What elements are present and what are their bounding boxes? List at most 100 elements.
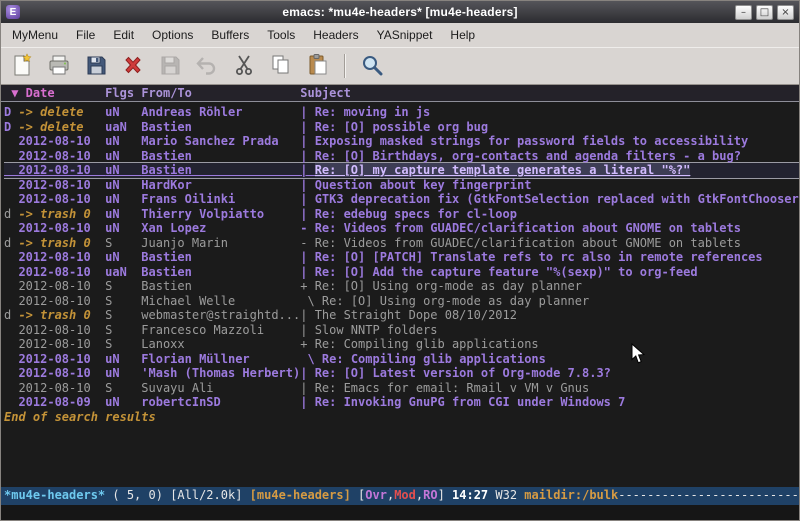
message-row[interactable]: 2012-08-10 uN HardKor | Question about k…	[4, 178, 799, 193]
toolbar-new-file-button[interactable]	[7, 51, 37, 81]
toolbar-close-button[interactable]	[118, 51, 148, 81]
toolbar-paste-button[interactable]	[303, 51, 333, 81]
col-from: Xan Lopez	[141, 221, 300, 235]
col-sep: |	[300, 366, 314, 380]
menu-item-file[interactable]: File	[67, 24, 104, 46]
message-row[interactable]: d -> trash 0 uN Thierry Volpiatto | Re: …	[4, 207, 799, 222]
message-row[interactable]: 2012-08-10 uN Bastien | Re: [O] my captu…	[4, 163, 799, 178]
maximize-button[interactable]: □	[756, 5, 773, 20]
message-row[interactable]: 2012-08-10 S Lanoxx + Re: Compiling glib…	[4, 337, 799, 352]
message-row[interactable]: d -> trash 0 S webmaster@straightd...| T…	[4, 308, 799, 323]
col-sep: |	[300, 192, 314, 206]
message-row[interactable]: 2012-08-10 uN Xan Lopez - Re: Videos fro…	[4, 221, 799, 236]
col-date: -> trash 0	[18, 236, 105, 250]
col-from: Bastien	[141, 120, 300, 134]
menu-item-tools[interactable]: Tools	[258, 24, 304, 46]
end-of-results: End of search results	[4, 410, 799, 425]
col-subject: Question about key fingerprint	[315, 178, 532, 192]
echo-area[interactable]	[1, 505, 799, 520]
menu-item-edit[interactable]: Edit	[104, 24, 143, 46]
column-header-flags[interactable]: Flgs	[105, 86, 134, 100]
col-date: -> trash 0	[18, 207, 105, 221]
modeline-segment: [All/2.0k]	[170, 488, 249, 502]
col-prefix	[4, 294, 18, 308]
minimize-button[interactable]: –	[735, 5, 752, 20]
message-row[interactable]: 2012-08-10 uaN Bastien | Re: [O] Add the…	[4, 265, 799, 280]
toolbar-save-button[interactable]	[81, 51, 111, 81]
col-prefix	[4, 149, 18, 163]
col-from: Juanjo Marin	[141, 236, 300, 250]
message-row[interactable]: 2012-08-10 uN Bastien | Re: [O] [PATCH] …	[4, 250, 799, 265]
message-row[interactable]: D -> delete uaN Bastien | Re: [O] possib…	[4, 120, 799, 135]
message-row[interactable]: 2012-08-10 S Suvayu Ali | Re: Emacs for …	[4, 381, 799, 396]
mode-line[interactable]: *mu4e-headers* ( 5, 0) [All/2.0k] [mu4e-…	[1, 487, 799, 505]
message-row[interactable]: 2012-08-10 uN 'Mash (Thomas Herbert)| Re…	[4, 366, 799, 381]
modeline-segment: --------------------------------------	[618, 488, 799, 502]
col-date: 2012-08-10	[18, 323, 105, 337]
paste-icon	[306, 53, 330, 80]
col-date: 2012-08-10	[18, 178, 105, 192]
col-date: 2012-08-10	[18, 352, 105, 366]
message-row[interactable]: 2012-08-09 uN robertcInSD | Re: Invoking…	[4, 395, 799, 410]
message-row[interactable]: 2012-08-10 uN Frans Oilinki | GTK3 depre…	[4, 192, 799, 207]
menu-item-options[interactable]: Options	[143, 24, 202, 46]
col-flags: S	[105, 294, 141, 308]
modeline-segment: W32	[495, 488, 524, 502]
col-date: 2012-08-10	[18, 337, 105, 351]
col-sep: \	[300, 352, 322, 366]
col-from: webmaster@straightd...	[141, 308, 300, 322]
menu-item-buffers[interactable]: Buffers	[202, 24, 258, 46]
menu-item-mymenu[interactable]: MyMenu	[3, 24, 67, 46]
menu-item-headers[interactable]: Headers	[304, 24, 367, 46]
col-flags: S	[105, 279, 141, 293]
save-icon	[84, 53, 108, 80]
col-sep: +	[300, 279, 314, 293]
modeline-segment: ]	[438, 488, 452, 502]
column-header-date[interactable]: ▼ Date	[11, 86, 54, 100]
col-date: 2012-08-09	[18, 395, 105, 409]
col-from: Bastien	[141, 163, 300, 177]
toolbar-cut-button[interactable]	[229, 51, 259, 81]
message-row[interactable]: 2012-08-10 S Francesco Mazzoli | Slow NN…	[4, 323, 799, 338]
toolbar-search-button[interactable]	[357, 51, 387, 81]
message-row[interactable]: 2012-08-10 uN Bastien | Re: [O] Birthday…	[4, 149, 799, 164]
col-subject: Re: Invoking GnuPG from CGI under Window…	[315, 395, 626, 409]
col-prefix	[4, 134, 18, 148]
col-subject: Re: edebug specs for cl-loop	[315, 207, 517, 221]
toolbar-copy-button[interactable]	[266, 51, 296, 81]
col-prefix: d	[4, 207, 18, 221]
headers-buffer[interactable]: D -> delete uN Andreas Röhler | Re: movi…	[1, 102, 799, 487]
col-sep: |	[300, 120, 314, 134]
title-bar[interactable]: E emacs: *mu4e-headers* [mu4e-headers] –…	[1, 1, 799, 23]
col-date: 2012-08-10	[18, 221, 105, 235]
col-prefix	[4, 366, 18, 380]
col-from: Florian Müllner	[141, 352, 300, 366]
col-subject: Re: Compiling glib applications	[322, 352, 546, 366]
close-button[interactable]: ×	[777, 5, 794, 20]
col-subject: Re: Emacs for email: Rmail v VM v Gnus	[315, 381, 590, 395]
modeline-segment: 14:27	[452, 488, 495, 502]
message-row[interactable]: 2012-08-10 S Bastien + Re: [O] Using org…	[4, 279, 799, 294]
message-row[interactable]: D -> delete uN Andreas Röhler | Re: movi…	[4, 105, 799, 120]
col-from: HardKor	[141, 178, 300, 192]
modeline-segment: Mod	[394, 488, 416, 502]
message-row[interactable]: 2012-08-10 uN Mario Sanchez Prada | Expo…	[4, 134, 799, 149]
window-controls: –□ ×	[735, 5, 794, 20]
column-header-from[interactable]: From/To	[141, 86, 192, 100]
window-title: emacs: *mu4e-headers* [mu4e-headers]	[1, 5, 799, 19]
message-row[interactable]: d -> trash 0 S Juanjo Marin - Re: Videos…	[4, 236, 799, 251]
col-flags: uN	[105, 163, 141, 177]
modeline-segment: maildir:/bulk	[524, 488, 618, 502]
message-row[interactable]: 2012-08-10 uN Florian Müllner \ Re: Comp…	[4, 352, 799, 367]
message-row[interactable]: 2012-08-10 S Michael Welle \ Re: [O] Usi…	[4, 294, 799, 309]
emacs-window: E emacs: *mu4e-headers* [mu4e-headers] –…	[0, 0, 800, 521]
menu-item-help[interactable]: Help	[441, 24, 484, 46]
col-date: -> trash 0	[18, 308, 105, 322]
col-flags: uN	[105, 105, 141, 119]
toolbar-print-button[interactable]	[44, 51, 74, 81]
column-header-subject[interactable]: Subject	[300, 86, 351, 100]
menu-item-yasnippet[interactable]: YASnippet	[368, 24, 442, 46]
col-sep: |	[300, 381, 314, 395]
col-subject: Re: moving in js	[315, 105, 431, 119]
close-icon	[121, 53, 145, 80]
